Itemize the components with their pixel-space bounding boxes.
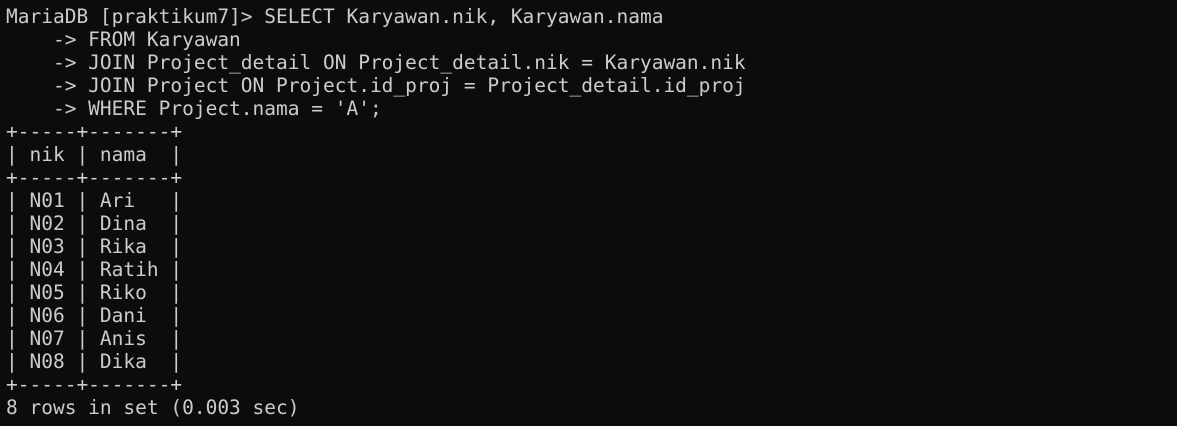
prompt-line: MariaDB [praktikum7]> SELECT Karyawan.ni… bbox=[6, 5, 664, 28]
query-continuation-line: -> FROM Karyawan bbox=[6, 28, 241, 51]
table-row: | N07 | Anis | bbox=[6, 327, 183, 350]
query-continuation-line: -> WHERE Project.nama = 'A'; bbox=[6, 97, 382, 120]
query-continuation-line: -> JOIN Project ON Project.id_proj = Pro… bbox=[6, 74, 746, 97]
table-row: | N04 | Ratih | bbox=[6, 258, 183, 281]
table-border: +-----+-------+ bbox=[6, 166, 183, 189]
table-row: | N05 | Riko | bbox=[6, 281, 183, 304]
table-row: | N08 | Dika | bbox=[6, 350, 183, 373]
table-border: +-----+-------+ bbox=[6, 120, 183, 143]
table-row: | N02 | Dina | bbox=[6, 212, 183, 235]
query-continuation-line: -> JOIN Project_detail ON Project_detail… bbox=[6, 51, 746, 74]
terminal-output[interactable]: MariaDB [praktikum7]> SELECT Karyawan.ni… bbox=[0, 0, 1177, 426]
table-header-row: | nik | nama | bbox=[6, 143, 183, 166]
table-row: | N01 | Ari | bbox=[6, 189, 183, 212]
table-row: | N06 | Dani | bbox=[6, 304, 183, 327]
table-border: +-----+-------+ bbox=[6, 373, 183, 396]
result-summary: 8 rows in set (0.003 sec) bbox=[6, 396, 300, 419]
table-row: | N03 | Rika | bbox=[6, 235, 183, 258]
